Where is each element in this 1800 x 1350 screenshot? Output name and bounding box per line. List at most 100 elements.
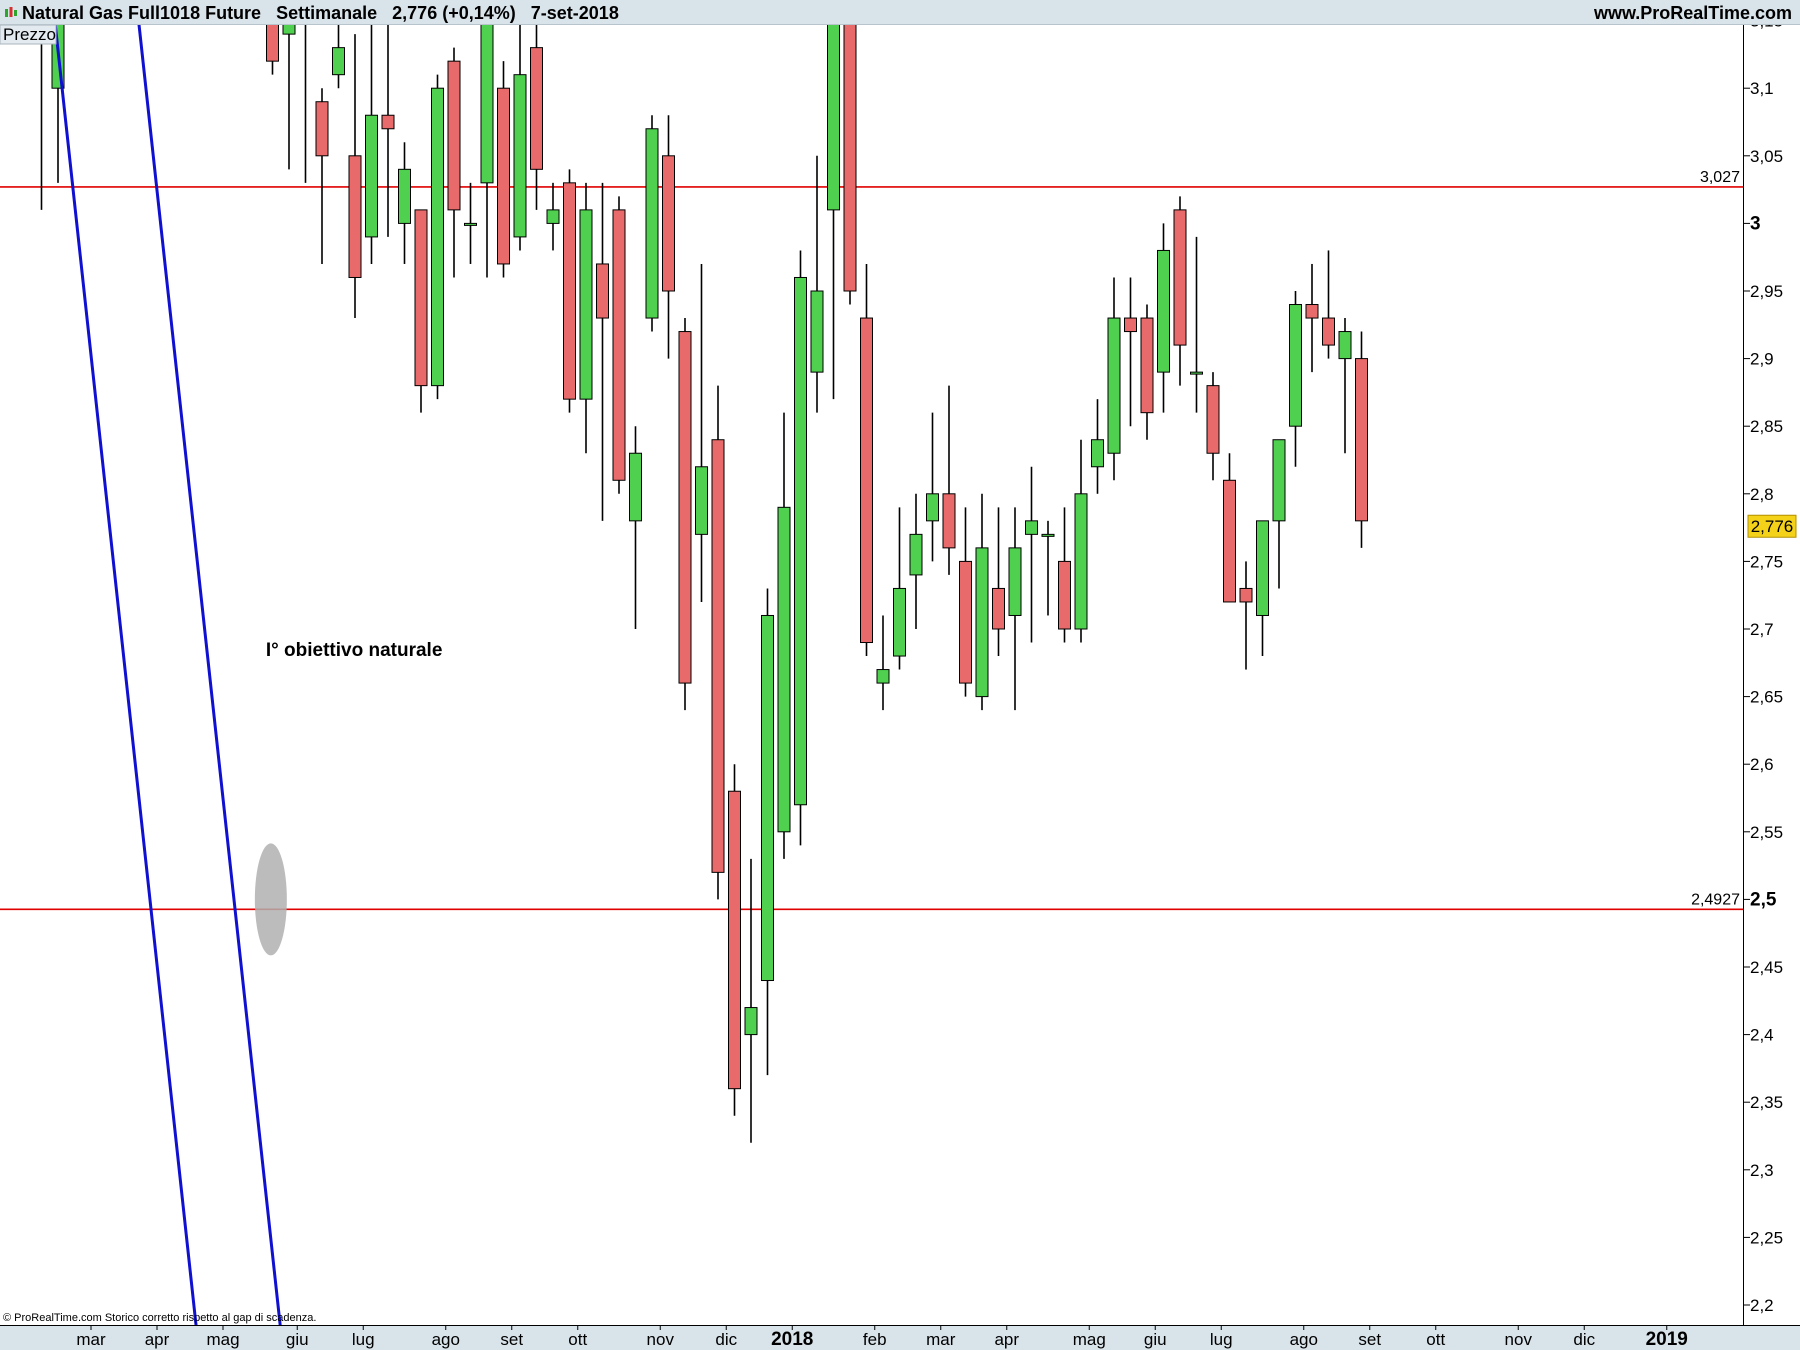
price-chart[interactable]: I° obiettivo naturale Prezzo 2,2 2,25 2,3 2… bbox=[0, 25, 1800, 1350]
y-tick-label: 2,75 bbox=[1750, 552, 1783, 571]
y-tick-label: 3,1 bbox=[1750, 79, 1774, 98]
candle-body bbox=[1289, 304, 1302, 427]
level-label: 3,027 bbox=[1700, 169, 1740, 186]
candle-body bbox=[1058, 560, 1071, 630]
last-date: 7-set-2018 bbox=[530, 3, 619, 23]
x-tick-label: nov bbox=[647, 1330, 675, 1349]
panel-label[interactable]: Prezzo bbox=[3, 25, 56, 44]
candle-body bbox=[678, 331, 692, 684]
x-tick-label: ott bbox=[1426, 1330, 1445, 1349]
candle-body bbox=[860, 317, 873, 644]
candle-body bbox=[497, 87, 510, 265]
candle-body bbox=[513, 74, 527, 238]
candle-body bbox=[1008, 547, 1022, 616]
candle-body bbox=[1272, 439, 1286, 522]
candle-body bbox=[761, 614, 774, 982]
candle-body bbox=[381, 114, 395, 130]
candle-body bbox=[1305, 304, 1319, 319]
x-tick-label: apr bbox=[994, 1330, 1019, 1349]
x-tick-label: mag bbox=[1073, 1330, 1106, 1349]
y-tick-label: 2,55 bbox=[1750, 823, 1783, 842]
candle-body bbox=[579, 209, 593, 400]
y-tick-label: 2,95 bbox=[1750, 282, 1783, 301]
candle-body bbox=[1256, 520, 1269, 616]
x-tick-label: set bbox=[1358, 1330, 1381, 1349]
x-tick-label: mar bbox=[76, 1330, 106, 1349]
candle-body bbox=[1338, 331, 1352, 360]
candle-body bbox=[464, 222, 477, 226]
x-tick-label: lug bbox=[1210, 1330, 1233, 1349]
x-tick-label: set bbox=[500, 1330, 523, 1349]
candle-body bbox=[332, 47, 345, 76]
candle-body bbox=[645, 128, 659, 319]
candle-body bbox=[711, 439, 725, 873]
y-tick-label: 2,65 bbox=[1750, 688, 1783, 707]
last-price-value: 2,776 bbox=[1751, 517, 1794, 536]
candle-body bbox=[1223, 479, 1236, 603]
prorealtime-logo-icon bbox=[5, 7, 17, 17]
level-label: 2,4927 bbox=[1691, 891, 1740, 908]
x-tick-label: mar bbox=[926, 1330, 956, 1349]
candle-body bbox=[777, 506, 791, 833]
candle-body bbox=[992, 587, 1005, 630]
x-tick-label: dic bbox=[715, 1330, 737, 1349]
y-tick-label: 3,15 bbox=[1750, 25, 1783, 31]
target-zone-ellipse bbox=[254, 843, 287, 956]
y-tick-label: 3,05 bbox=[1750, 147, 1783, 166]
candle-body bbox=[629, 452, 642, 522]
candle-body bbox=[315, 101, 329, 157]
candle-body bbox=[1190, 371, 1203, 375]
y-tick-label: 2,85 bbox=[1750, 417, 1783, 436]
candle-body bbox=[1173, 209, 1187, 346]
footer-note: © ProRealTime.com Storico corretto rispe… bbox=[3, 1312, 316, 1324]
x-tick-label: giu bbox=[286, 1330, 309, 1349]
x-tick-label: giu bbox=[1144, 1330, 1167, 1349]
x-tick-label: ago bbox=[432, 1330, 460, 1349]
candle-body bbox=[662, 155, 675, 292]
candle-body bbox=[431, 87, 444, 387]
candle-body bbox=[975, 547, 989, 698]
candle-body bbox=[414, 209, 428, 387]
candle-body bbox=[1157, 249, 1170, 373]
candle-body bbox=[1107, 317, 1121, 454]
last-price-change: 2,776 (+0,14%) bbox=[392, 3, 516, 23]
candle-body bbox=[926, 493, 939, 522]
chart-header: Natural Gas Full1018 Future Settimanale … bbox=[0, 0, 1800, 25]
x-tick-label: feb bbox=[863, 1330, 887, 1349]
y-tick-label: 2,6 bbox=[1750, 755, 1774, 774]
candle-body bbox=[1322, 317, 1335, 346]
candle-body bbox=[909, 533, 923, 576]
candle-body bbox=[959, 560, 972, 684]
y-tick-label: 2,4 bbox=[1750, 1026, 1774, 1045]
candle-body bbox=[1140, 317, 1154, 414]
instrument-name: Natural Gas Full1018 Future bbox=[22, 3, 262, 23]
candle-body bbox=[1124, 317, 1137, 333]
candle-body bbox=[728, 790, 741, 1090]
x-tick-label: 2018 bbox=[771, 1329, 813, 1350]
candle-body bbox=[447, 60, 461, 211]
y-tick-label: 2,35 bbox=[1750, 1093, 1783, 1112]
y-tick-label: 2,45 bbox=[1750, 958, 1783, 977]
candle-body bbox=[365, 114, 378, 238]
y-tick-label: 2,5 bbox=[1750, 889, 1777, 910]
candle-body bbox=[398, 168, 411, 224]
candle-body bbox=[1041, 533, 1055, 537]
candle-body bbox=[744, 1007, 758, 1036]
candle-body bbox=[546, 209, 560, 224]
candle-body bbox=[695, 466, 708, 535]
y-tick-label: 2,2 bbox=[1750, 1296, 1774, 1315]
candle-body bbox=[1074, 493, 1088, 630]
period-label: Settimanale bbox=[276, 3, 378, 23]
candle-body bbox=[893, 587, 906, 657]
x-tick-label: 2019 bbox=[1646, 1329, 1688, 1350]
candle-body bbox=[266, 25, 279, 62]
x-tick-label: ago bbox=[1290, 1330, 1318, 1349]
annotation-label: I° obiettivo naturale bbox=[266, 640, 443, 661]
y-tick-label: 3 bbox=[1750, 213, 1761, 234]
candle-body bbox=[612, 209, 626, 481]
candle-body bbox=[810, 290, 824, 373]
candle-body bbox=[530, 47, 543, 170]
candle-body bbox=[480, 25, 494, 184]
y-tick-label: 2,3 bbox=[1750, 1161, 1774, 1180]
chart-title: Natural Gas Full1018 Future Settimanale … bbox=[22, 3, 619, 24]
